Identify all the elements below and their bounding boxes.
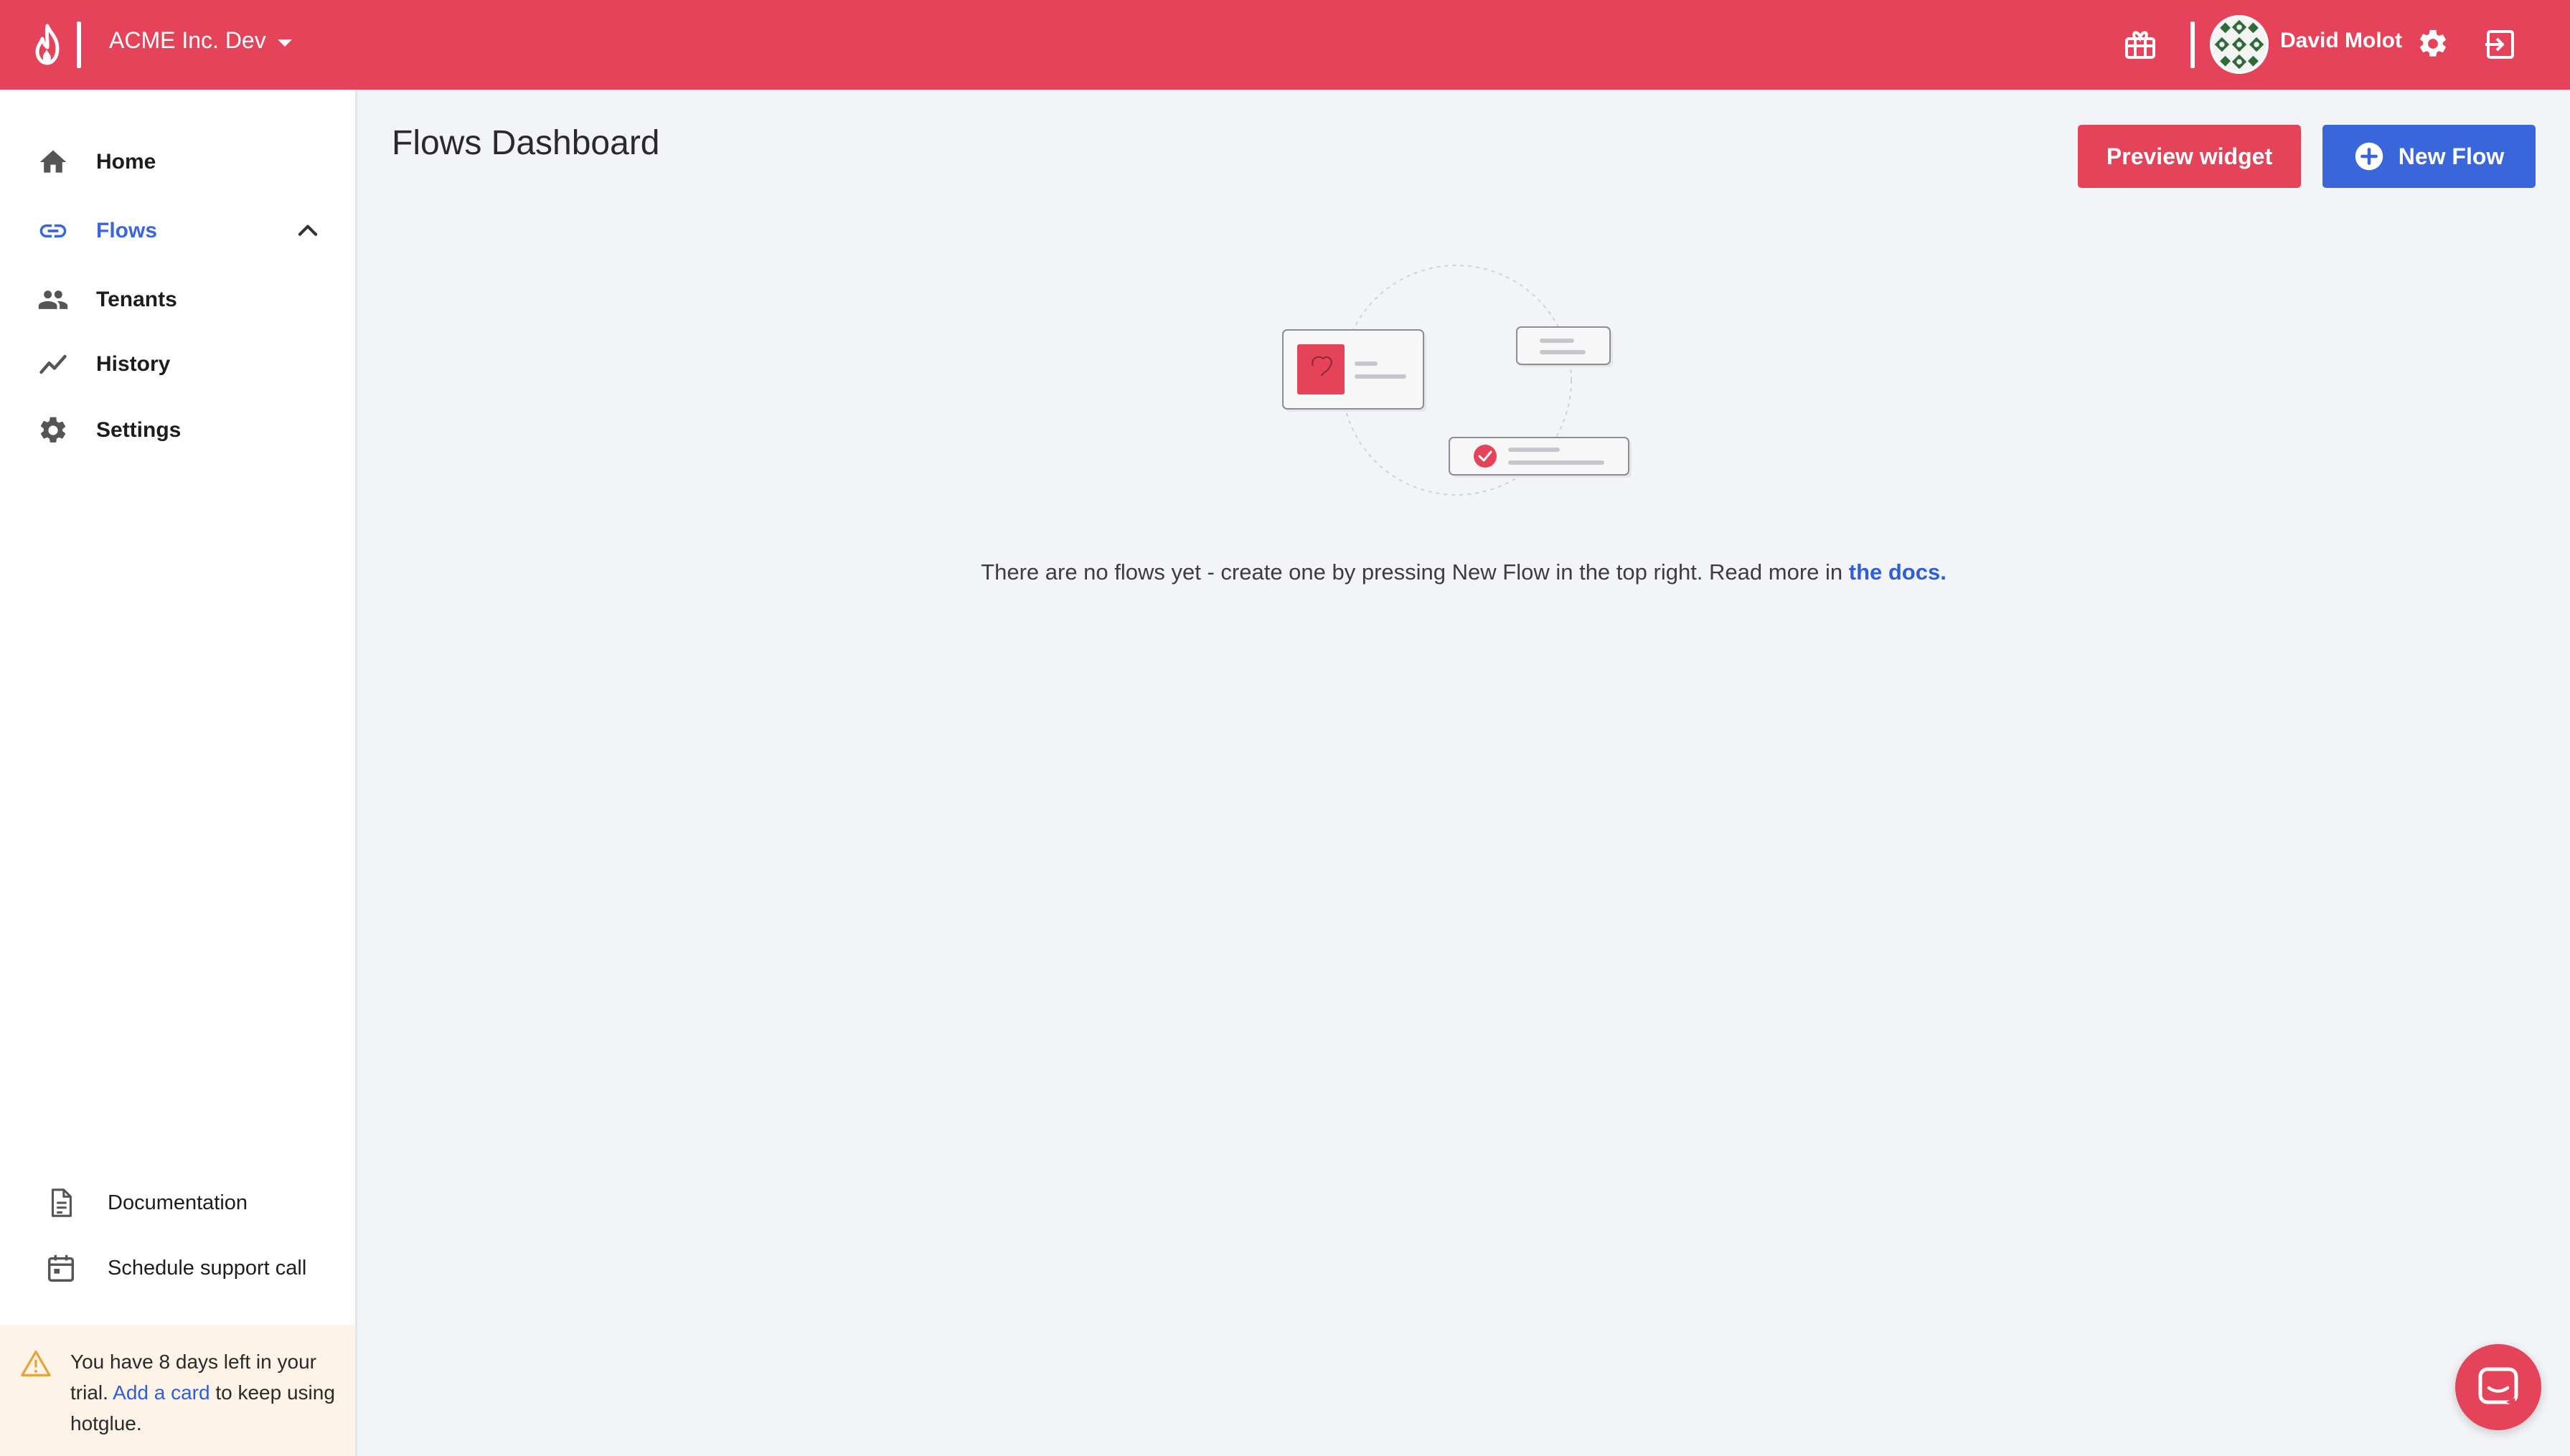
sidebar: Home Flows Tenants History Settings Docu…	[0, 90, 357, 1456]
sidebar-item-label: History	[96, 352, 171, 376]
sidebar-item-label: Tenants	[96, 288, 177, 311]
gear-icon[interactable]	[2416, 27, 2449, 60]
preview-widget-label: Preview widget	[2106, 143, 2273, 169]
sidebar-item-flows[interactable]: Flows	[0, 202, 355, 260]
chevron-up-icon[interactable]	[294, 217, 321, 245]
schedule-support-call-link[interactable]: Schedule support call	[0, 1239, 355, 1297]
header-divider	[2190, 22, 2195, 68]
sidebar-item-label: Flows	[96, 219, 158, 242]
warning-icon	[21, 1351, 51, 1376]
header-divider	[77, 22, 81, 68]
gear-icon	[40, 417, 66, 443]
trial-notice: You have 8 days left in your trial. Add …	[0, 1325, 355, 1456]
calendar-icon	[47, 1254, 75, 1282]
gift-icon[interactable]	[2124, 29, 2157, 60]
plus-circle-icon	[2355, 142, 2383, 171]
user-name[interactable]: David Molot	[2280, 29, 2402, 53]
sidebar-item-home[interactable]: Home	[0, 133, 355, 191]
sidebar-item-label: Home	[96, 150, 156, 174]
empty-state-message: There are no flows yet - create one by p…	[357, 559, 2570, 585]
people-icon	[38, 290, 68, 309]
chat-icon	[2478, 1367, 2518, 1407]
link-icon	[39, 224, 67, 238]
top-header: ACME Inc. Dev David Molot	[0, 0, 2570, 90]
trend-icon	[39, 354, 67, 374]
sidebar-item-history[interactable]: History	[0, 336, 355, 393]
org-name: ACME Inc. Dev	[109, 27, 266, 53]
docs-link[interactable]: the docs.	[1849, 559, 1947, 585]
sidebar-item-tenants[interactable]: Tenants	[0, 271, 355, 328]
documentation-link[interactable]: Documentation	[0, 1174, 355, 1232]
caret-down-icon	[277, 39, 292, 47]
sidebar-item-settings[interactable]: Settings	[0, 402, 355, 459]
schedule-support-call-label: Schedule support call	[108, 1256, 307, 1280]
avatar[interactable]	[2210, 15, 2269, 74]
empty-state-text: There are no flows yet - create one by p…	[981, 559, 1843, 585]
home-icon	[39, 150, 67, 173]
page-title: Flows Dashboard	[392, 124, 660, 162]
empty-flows-illustration	[1282, 265, 1632, 496]
documentation-label: Documentation	[108, 1191, 248, 1214]
hotglue-flame-logo-icon[interactable]	[29, 23, 66, 67]
org-switcher[interactable]: ACME Inc. Dev	[109, 27, 292, 54]
sidebar-item-label: Settings	[96, 418, 182, 442]
preview-widget-button[interactable]: Preview widget	[2078, 125, 2301, 188]
add-card-link[interactable]: Add a card	[113, 1381, 210, 1404]
new-flow-label: New Flow	[2398, 143, 2505, 169]
document-icon	[51, 1188, 72, 1217]
chat-launcher-button[interactable]	[2455, 1344, 2541, 1430]
logout-icon[interactable]	[2484, 29, 2515, 60]
new-flow-button[interactable]: New Flow	[2322, 125, 2536, 188]
